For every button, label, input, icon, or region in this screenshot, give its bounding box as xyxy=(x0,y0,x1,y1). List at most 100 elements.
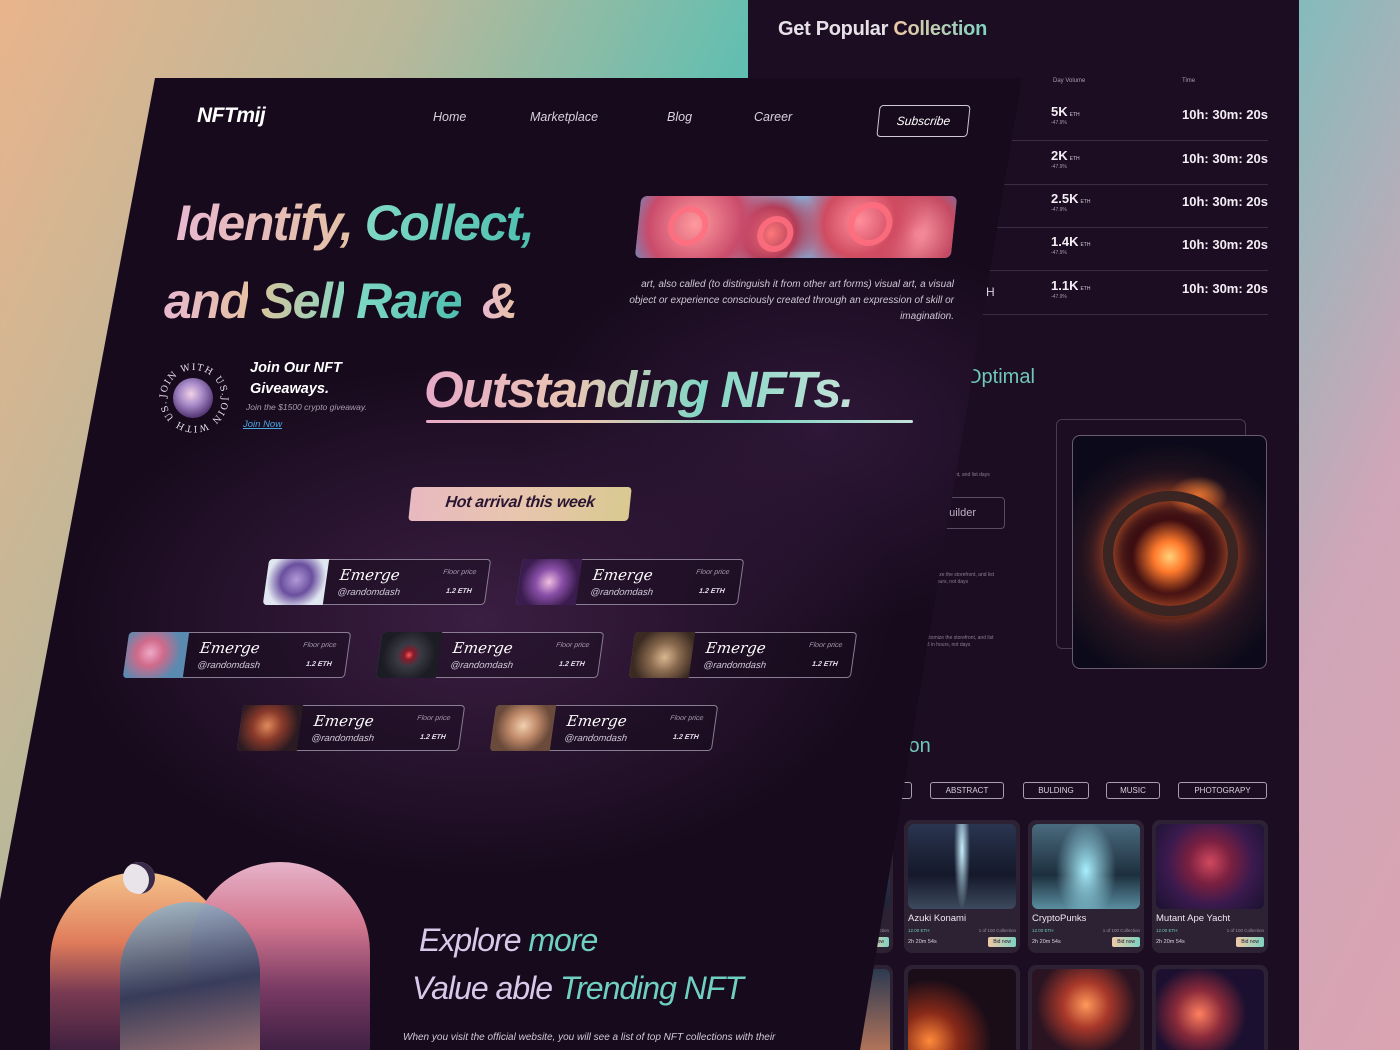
category-tag-abstract[interactable]: ABSTRACT xyxy=(930,782,1004,799)
hero-ampersand: & xyxy=(481,273,518,329)
title-part2: Collection xyxy=(893,18,987,40)
category-tag-music[interactable]: MUSIC xyxy=(1106,782,1160,799)
nft-card[interactable]: CryptoPunks 12.00 ETH 1 of 100 Collection… xyxy=(1028,820,1144,953)
featured-artwork-image[interactable] xyxy=(1072,435,1267,669)
emerge-card[interactable]: Emerge @randomdash Floor price 1.2 ETH xyxy=(236,705,466,751)
nft-card[interactable] xyxy=(1028,965,1144,1050)
emerge-card[interactable]: Emerge @randomdash Floor price 1.2 ETH xyxy=(515,559,745,605)
table-row[interactable]: 1.4K ETH -47.9% 10h: 30m: 20s xyxy=(978,228,1268,271)
explore-word: Explore xyxy=(419,922,521,958)
time-remaining: 10h: 30m: 20s xyxy=(1182,107,1268,122)
time-remaining: 10h: 30m: 20s xyxy=(1182,237,1268,252)
nft-edition: ction xyxy=(879,928,889,933)
floor-price-value: 1.2 ETH xyxy=(698,588,726,595)
join-with-us-badge[interactable]: JOIN WITH US.JOIN WITH US. xyxy=(158,362,230,434)
arch-wave xyxy=(120,902,260,1050)
explore-heading-line-1: Explore more xyxy=(419,922,598,959)
hero-underline xyxy=(426,420,913,423)
trending-nft-words: Trending NFT xyxy=(559,970,744,1006)
clock-ring-artwork xyxy=(1103,491,1238,616)
change-percent: -47.9% xyxy=(1051,250,1067,256)
feature-text: ustomize the storefront, and list 48 in … xyxy=(924,635,994,648)
floor-price-label: Floor price xyxy=(808,642,843,649)
category-tag-photography[interactable]: PHOTOGRAPY xyxy=(1178,782,1267,799)
nft-name: Azuki Konami xyxy=(908,913,967,924)
nft-name: Mutant Ape Yacht xyxy=(1156,913,1231,924)
nft-image xyxy=(908,969,1016,1050)
change-percent: -47.9% xyxy=(1051,120,1067,126)
day-volume: 1.4K ETH xyxy=(1051,234,1091,249)
floor-price-label: Floor price xyxy=(669,715,704,722)
table-row[interactable]: 2.5K ETH -47.9% 10h: 30m: 20s xyxy=(978,185,1268,228)
optimal-heading: Optimal xyxy=(966,366,1035,388)
table-row[interactable]: 2K ETH -47.9% 10h: 30m: 20s xyxy=(978,142,1268,185)
emerge-title: Emerge xyxy=(451,639,514,657)
emerge-thumbnail xyxy=(375,632,443,678)
change-percent: -47.9% xyxy=(1051,294,1067,300)
floor-price-value: 1.2 ETH xyxy=(445,588,473,595)
nft-edition: 1 of 100 Collection xyxy=(1226,928,1264,933)
category-tag-building[interactable]: BULDING xyxy=(1023,782,1089,799)
emerge-username: @randomdash xyxy=(310,733,375,744)
logo[interactable]: NFTmij xyxy=(197,104,266,128)
nav-career[interactable]: Career xyxy=(754,110,792,124)
emerge-title: Emerge xyxy=(198,639,261,657)
hero-line-1: Identify, Collect, xyxy=(176,194,535,252)
time-remaining: 10h: 30m: 20s xyxy=(1182,151,1268,166)
bid-now-button[interactable]: Bid now xyxy=(1112,937,1140,947)
floor-price-label: Floor price xyxy=(555,642,590,649)
emerge-thumbnail xyxy=(122,632,190,678)
nft-name: CryptoPunks xyxy=(1032,913,1087,924)
emerge-card[interactable]: Emerge @randomdash Floor price 1.2 ETH xyxy=(375,632,605,678)
nft-image xyxy=(1156,824,1264,909)
hero-octopus-artwork-image xyxy=(634,196,958,258)
nft-image xyxy=(1032,824,1140,909)
nav-blog[interactable]: Blog xyxy=(667,110,692,124)
nav-marketplace[interactable]: Marketplace xyxy=(530,110,598,124)
tentacle-swirl xyxy=(755,216,796,252)
popular-collection-title: Get Popular Collection xyxy=(778,18,987,41)
nft-card[interactable] xyxy=(1152,965,1268,1050)
tentacle-swirl xyxy=(846,202,895,246)
bid-now-button[interactable]: Bid now xyxy=(1236,937,1264,947)
hero-description: art, also called (to distinguish it from… xyxy=(629,279,954,322)
floor-price-label: Floor price xyxy=(416,715,451,722)
hero-word-rare: Rare xyxy=(356,273,463,329)
emerge-thumbnail xyxy=(628,632,696,678)
explore-description: When you visit the official website, you… xyxy=(403,1032,776,1043)
giveaway-title: Join Our NFT Giveaways. xyxy=(250,360,342,397)
header-day-volume: Day Volume xyxy=(1053,78,1086,84)
giveaway-subtitle: Join the $1500 crypto giveaway. xyxy=(246,402,367,412)
emerge-username: @randomdash xyxy=(336,587,401,598)
nft-edition: 1 of 100 Collection xyxy=(978,928,1016,933)
join-now-link[interactable]: Join Now xyxy=(243,419,282,430)
emerge-card[interactable]: Emerge @randomdash Floor price 1.2 ETH xyxy=(489,705,719,751)
change-percent: -47.9% xyxy=(1051,164,1067,170)
nft-image xyxy=(908,824,1016,909)
emerge-username: @randomdash xyxy=(196,660,261,671)
emerge-username: @randomdash xyxy=(563,733,628,744)
nft-price: 12.00 ETH xyxy=(1156,928,1178,933)
trending-arch-artwork-image xyxy=(40,862,380,1050)
table-row[interactable]: H 1.1K ETH -47.9% 10h: 30m: 20s xyxy=(978,272,1268,315)
emerge-card[interactable]: Emerge @randomdash Floor price 1.2 ETH xyxy=(262,559,492,605)
floor-price-label: Floor price xyxy=(442,569,477,576)
table-row[interactable]: 5K ETH -47.9% 10h: 30m: 20s xyxy=(978,98,1268,141)
nft-card[interactable] xyxy=(904,965,1020,1050)
floor-price-value: 1.2 ETH xyxy=(811,661,839,668)
emerge-thumbnail xyxy=(236,705,304,751)
nft-card[interactable]: Azuki Konami 12.00 ETH 1 of 100 Collectio… xyxy=(904,820,1020,953)
nft-card[interactable]: Mutant Ape Yacht 12.00 ETH 1 of 100 Colle… xyxy=(1152,820,1268,953)
value-able-words: Value able xyxy=(412,970,553,1006)
subscribe-button[interactable]: Subscribe xyxy=(876,105,971,137)
hero-word-sell: Sell xyxy=(260,273,345,329)
day-volume: 5K ETH xyxy=(1051,104,1080,119)
nft-image xyxy=(1032,969,1140,1050)
nft-edition: 1 of 100 Collection xyxy=(1102,928,1140,933)
bid-now-button[interactable]: Bid now xyxy=(988,937,1016,947)
hot-arrival-label: Hot arrival this week xyxy=(408,487,632,521)
nav-home[interactable]: Home xyxy=(433,110,466,124)
emerge-card[interactable]: Emerge @randomdash Floor price 1.2 ETH xyxy=(628,632,858,678)
tentacle-swirl xyxy=(666,206,711,246)
emerge-card[interactable]: Emerge @randomdash Floor price 1.2 ETH xyxy=(122,632,352,678)
